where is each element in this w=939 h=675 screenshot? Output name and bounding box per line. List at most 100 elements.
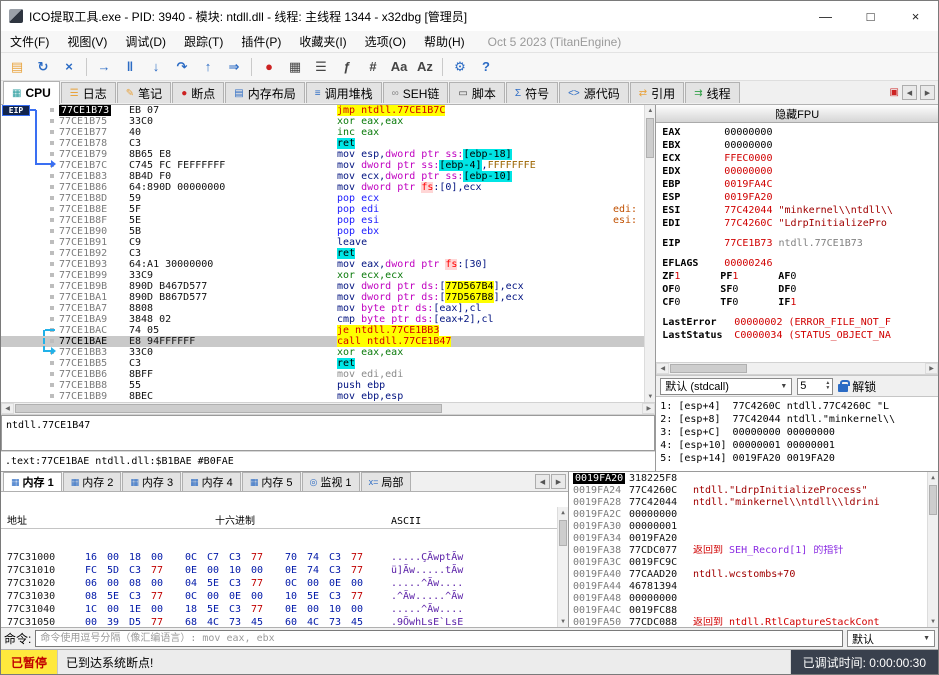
argument-row[interactable]: 4: [esp+10] 00000001 00000001 [660,439,938,452]
disasm-row[interactable]: 77CE1B8E 5F pop edi edi: [1,204,655,215]
tab-scroll-left-button[interactable]: ◀ [902,85,917,100]
minimize-button[interactable]: — [803,1,848,31]
tab-overflow-icon[interactable]: ▣ [890,87,899,98]
dump-row[interactable]: 77C31020 06 00 08 00 04 5E C3 77 0C 00 0E 00 .....^Ãw… [1,577,568,590]
disasm-row[interactable]: 77CE1B78 C3 ret [1,138,655,149]
breakpoint-dot[interactable] [50,306,54,310]
register-row-edi[interactable]: EDI 77C4260C "LdrpInitializePro [662,217,938,230]
disasm-row[interactable]: 77CE1B79 8B65 E8 mov esp,dword ptr ss:[ebp… [1,149,655,160]
dump-row[interactable]: 77C31010 FC 5D C3 77 0E 00 10 00 0E 74 C3 77 ü]Ãw....… [1,564,568,577]
dump-row[interactable]: 77C31050 00 39 D5 77 68 4C 73 45 60 4C 73 45 .9ÕwhLsE… [1,616,568,627]
registers-horizontal-scrollbar[interactable]: ◀ ▶ [656,362,938,375]
breakpoint-dot[interactable] [50,339,54,343]
disasm-row[interactable]: 77CE1B75 33C0 xor eax,eax [1,116,655,127]
help-icon[interactable]: ? [474,56,498,78]
stack-row[interactable]: 0019FA48 00000000 [569,593,938,605]
breakpoint-dot[interactable] [50,251,54,255]
step-over-icon[interactable]: ↷ [170,56,194,78]
register-row-lasterror[interactable]: LastError 00000002 (ERROR_FILE_NOT_F [662,316,938,329]
breakpoints-icon[interactable]: ● [257,56,281,78]
breakpoint-dot[interactable] [50,394,54,398]
arguments-pane[interactable]: 1: [esp+4] 77C4260C ntdll.77C4260C "L 2: … [656,397,938,471]
dump-tab-watch-1[interactable]: ◎ 监视 1 [301,472,360,491]
breakpoint-dot[interactable] [50,361,54,365]
tab-memory-map[interactable]: ▤ 内存布局 [225,82,305,103]
menu-item-favourites[interactable]: 收藏夹(I) [290,33,355,50]
disasm-row[interactable]: 77CE1BB5 C3 ret [1,358,655,369]
dump-tab-memory-4[interactable]: ▦ 内存 4 [182,472,241,491]
restart-icon[interactable]: ↻ [31,56,55,78]
disasm-row[interactable]: 77CE1B9B 890D B467D577 mov dword ptr ds:[7… [1,281,655,292]
dump-tab-locals[interactable]: x= 局部 [360,471,412,491]
breakpoint-dot[interactable] [50,163,54,167]
command-profile-select[interactable]: 默认 ▼ [847,630,935,647]
calculator-icon[interactable]: # [361,56,385,78]
dump-tab-memory-5[interactable]: ▦ 内存 5 [241,472,301,491]
disasm-row[interactable]: 77CE1BAE E8 94FFFFFF call ntdll.77CE1B47 [1,336,656,347]
stop-icon[interactable]: × [57,56,81,78]
tab-breakpoints[interactable]: ● 断点 [172,82,225,103]
settings-icon[interactable]: ⚙ [448,56,472,78]
breakpoint-dot[interactable] [50,196,54,200]
step-out-icon[interactable]: ↑ [196,56,220,78]
tab-script[interactable]: ▭ 脚本 [449,82,505,103]
stack-pane[interactable]: 0019FA20 318225F8 0019FA24 77C4260C ntdll."L… [569,472,938,627]
disasm-row[interactable]: 77CE1BAC 74 05 je ntdll.77CE1BB3 [1,325,655,336]
spinner-arrows-icon[interactable]: ▲ ▼ [825,381,830,391]
step-into-icon[interactable]: ↓ [144,56,168,78]
tab-call-stack[interactable]: ≡ 调用堆栈 [305,82,382,103]
menu-item-debug[interactable]: 调试(D) [116,33,175,50]
dump-vertical-scrollbar[interactable]: ▲ ▼ [557,507,568,627]
breakpoint-dot[interactable] [50,273,54,277]
menu-item-options[interactable]: 选项(O) [356,33,415,50]
breakpoint-dot[interactable] [50,119,54,123]
breakpoint-dot[interactable] [50,185,54,189]
disasm-row[interactable]: 77CE1B83 8B4D F0 mov ecx,dword ptr ss:[ebp… [1,171,655,182]
disasm-row[interactable]: 77CE1BA1 890D B867D577 mov dword ptr ds:[7… [1,292,655,303]
registers-pane[interactable]: EAX 00000000 EBX 00000000 ECX FFEC0000 EDX 0000… [656,123,938,362]
menu-item-plugins[interactable]: 插件(P) [232,33,290,50]
register-row-ebp[interactable]: EBP 0019FA4C [662,178,938,191]
stack-row[interactable]: 0019FA44 46781394 [569,581,938,593]
unlock-checkbox[interactable]: 解锁 [838,378,876,395]
disasm-row[interactable]: 77CE1B92 C3 ret [1,248,655,259]
register-row-eip[interactable]: EIP 77CE1B73 ntdll.77CE1B73 [662,237,938,250]
titlebar[interactable]: ICO提取工具.exe - PID: 3940 - 模块: ntdll.dll … [1,1,938,31]
flags-row[interactable]: CF 0 TF 0 IF 1 [662,296,938,309]
tab-references[interactable]: ⇄ 引用 [629,82,685,103]
breakpoint-dot[interactable] [50,350,54,354]
register-row-esi[interactable]: ESI 77C42044 "minkernel\\ntdll\\ [662,204,938,217]
dump-row[interactable]: 77C31040 1C 00 1E 00 18 5E C3 77 0E 00 10 00 .....^Ãw… [1,603,568,616]
register-row-ebx[interactable]: EBX 00000000 [662,139,938,152]
tab-source[interactable]: <> 源代码 [559,82,629,103]
disasm-row[interactable]: 77CE1B7C C745 FC FEFFFFFF mov dword ptr ss… [1,160,655,171]
register-row-eflags[interactable]: EFLAGS 00000246 [662,257,938,270]
breakpoint-dot[interactable] [50,383,54,387]
disasm-row[interactable]: 77CE1BB3 33C0 xor eax,eax [1,347,655,358]
breakpoint-dot[interactable] [50,262,54,266]
tab-scroll-right-button[interactable]: ▶ [920,85,935,100]
disasm-row[interactable]: 77CE1B93 64:A1 30000000 mov eax,dword ptr … [1,259,655,270]
flags-row[interactable]: OF 0 SF 0 DF 0 [662,283,938,296]
stack-row[interactable]: 0019FA28 77C42044 ntdll."minkernel\\ntdll\… [569,497,938,509]
flags-row[interactable]: ZF 1 PF 1 AF 0 [662,270,938,283]
register-row-edx[interactable]: EDX 00000000 [662,165,938,178]
tab-notes[interactable]: ✎ 笔记 [116,82,172,103]
run-icon[interactable]: → [92,56,116,78]
close-button[interactable]: × [893,1,938,31]
dump-row[interactable]: 77C31000 16 00 18 00 0C C7 C3 77 70 74 C3 77 .....ÇÃw… [1,551,568,564]
disassembly-vertical-scrollbar[interactable]: ▲ ▼ [644,105,656,402]
disassembly-pane[interactable]: EIP 77CE1B73 EB 07 jmp ntdll.77CE1B7C 77CE1… [1,105,656,402]
disasm-row[interactable]: 77CE1BA7 8808 mov byte ptr ds:[eax],cl [1,303,655,314]
tab-cpu[interactable]: ▦ CPU [3,81,60,105]
argument-row[interactable]: 5: [esp+14] 0019FA20 0019FA20 [660,452,938,465]
breakpoint-dot[interactable] [50,141,54,145]
disasm-row[interactable]: 77CE1B8D 59 pop ecx [1,193,655,204]
disassembly-horizontal-scrollbar[interactable]: ◀ ▶ [1,402,656,415]
maximize-button[interactable]: □ [848,1,893,31]
tab-seh[interactable]: ∞ SEH链 [382,82,449,103]
command-input[interactable] [35,630,843,647]
stack-row[interactable]: 0019FA24 77C4260C ntdll."LdrpInitializePro… [569,485,938,497]
memory-map-icon[interactable]: ▦ [283,56,307,78]
breakpoint-dot[interactable] [50,284,54,288]
